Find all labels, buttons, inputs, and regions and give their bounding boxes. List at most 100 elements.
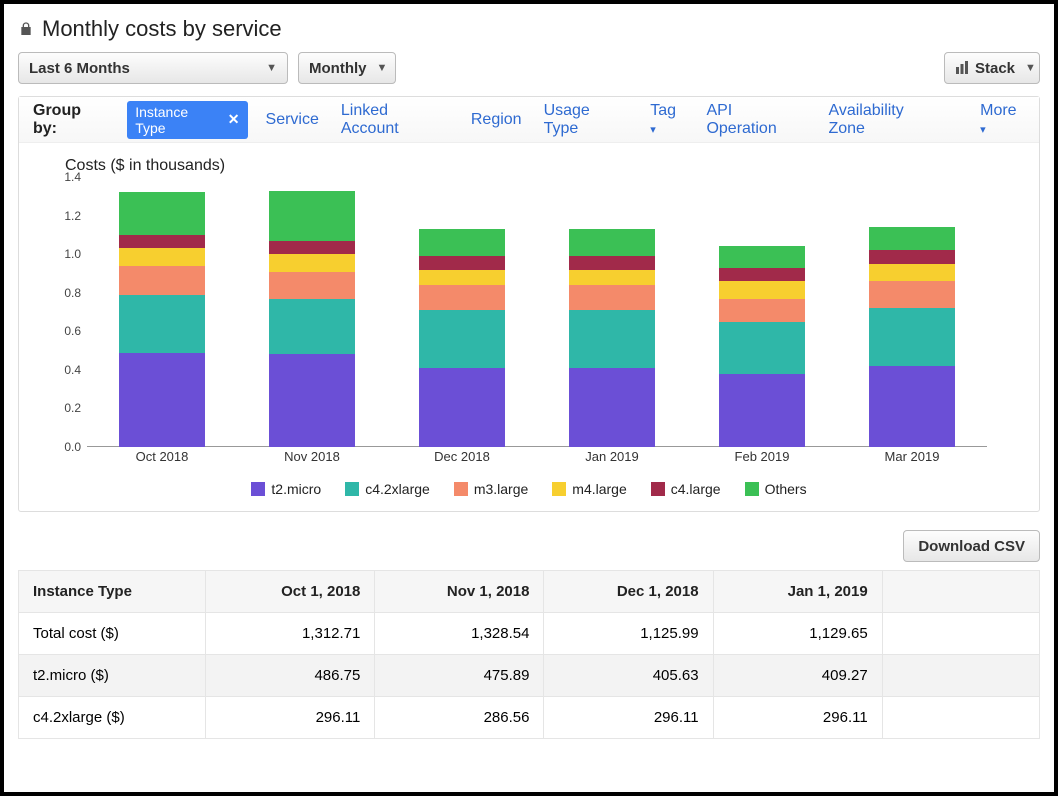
- legend-swatch: [251, 482, 265, 496]
- segment-t2-micro: [719, 374, 805, 447]
- cell-spacer: [882, 613, 1039, 655]
- chevron-down-icon: ▼: [377, 62, 388, 74]
- cell-value: 1,328.54: [375, 613, 544, 655]
- bar-mar-2019[interactable]: [869, 227, 955, 447]
- cell-value: 1,129.65: [713, 613, 882, 655]
- group-by-link-api-operation[interactable]: API Operation: [706, 102, 806, 138]
- chip-text: Instance Type: [135, 104, 222, 136]
- segment-others: [719, 246, 805, 267]
- group-by-links: Service Linked Account Region Usage Type Tag…: [266, 102, 945, 138]
- download-csv-button[interactable]: Download CSV: [903, 530, 1040, 562]
- segment-c4-2xlarge: [269, 299, 355, 355]
- group-by-link-tag[interactable]: Tag: [650, 102, 684, 138]
- legend-item-t2-micro[interactable]: t2.micro: [251, 481, 321, 497]
- segment-c4-large: [869, 250, 955, 264]
- chevron-down-icon: ▼: [266, 62, 277, 74]
- segment-m3-large: [569, 285, 655, 310]
- group-by-chip[interactable]: Instance Type ✕: [127, 101, 247, 139]
- group-by-link-service[interactable]: Service: [266, 111, 319, 129]
- segment-c4-2xlarge: [869, 308, 955, 366]
- legend-item-m3-large[interactable]: m3.large: [454, 481, 528, 497]
- col-header: Dec 1, 2018: [544, 571, 713, 613]
- toolbar: Last 6 Months ▼ Monthly ▼ Stack ▼: [18, 52, 1040, 84]
- stack-label: Stack: [975, 60, 1015, 77]
- y-tick: 0.8: [49, 286, 81, 300]
- legend-label: c4.large: [671, 481, 721, 497]
- legend-item-others[interactable]: Others: [745, 481, 807, 497]
- table-row: t2.micro ($)486.75475.89405.63409.27: [19, 655, 1040, 697]
- row-label: Total cost ($): [19, 613, 206, 655]
- segment-m4-large: [569, 270, 655, 285]
- segment-m4-large: [869, 264, 955, 281]
- cell-value: 486.75: [206, 655, 375, 697]
- y-tick: 1.4: [49, 170, 81, 184]
- chart-legend: t2.micro c4.2xlarge m3.large m4.large c4.lar…: [43, 481, 1015, 501]
- chart-wrap: Costs ($ in thousands) 0.00.20.40.60.81.…: [19, 143, 1039, 511]
- segment-others: [269, 191, 355, 241]
- bar-dec-2018[interactable]: [419, 229, 505, 447]
- cell-value: 409.27: [713, 655, 882, 697]
- stack-dropdown[interactable]: Stack ▼: [944, 52, 1040, 84]
- segment-others: [119, 192, 205, 234]
- segment-c4-2xlarge: [719, 322, 805, 374]
- col-header: Oct 1, 2018: [206, 571, 375, 613]
- cell-value: 296.11: [544, 697, 713, 739]
- segment-t2-micro: [419, 368, 505, 447]
- segment-c4-2xlarge: [119, 295, 205, 353]
- bar-chart-icon: [955, 61, 969, 75]
- group-by-link-usage-type[interactable]: Usage Type: [544, 102, 629, 138]
- legend-label: m4.large: [572, 481, 626, 497]
- group-by-link-region[interactable]: Region: [471, 111, 522, 129]
- segment-m3-large: [869, 281, 955, 308]
- segment-t2-micro: [119, 353, 205, 448]
- segment-others: [419, 229, 505, 256]
- legend-swatch: [552, 482, 566, 496]
- legend-label: m3.large: [474, 481, 528, 497]
- group-by-link-availability-zone[interactable]: Availability Zone: [828, 102, 944, 138]
- table-actions: Download CSV: [18, 530, 1040, 562]
- group-by-link-linked-account[interactable]: Linked Account: [341, 102, 449, 138]
- x-label: Oct 2018: [136, 449, 189, 464]
- lock-icon: [18, 21, 34, 37]
- legend-swatch: [345, 482, 359, 496]
- y-tick: 0.4: [49, 363, 81, 377]
- legend-item-c4-2xlarge[interactable]: c4.2xlarge: [345, 481, 430, 497]
- legend-swatch: [651, 482, 665, 496]
- segment-c4-large: [269, 241, 355, 255]
- bar-jan-2019[interactable]: [569, 229, 655, 447]
- y-axis-title: Costs ($ in thousands): [65, 157, 1015, 175]
- legend-label: Others: [765, 481, 807, 497]
- legend-item-m4-large[interactable]: m4.large: [552, 481, 626, 497]
- segment-m4-large: [119, 248, 205, 265]
- x-label: Dec 2018: [434, 449, 490, 464]
- y-tick: 0.0: [49, 440, 81, 454]
- table-row: c4.2xlarge ($)296.11286.56296.11296.11: [19, 697, 1040, 739]
- chart-panel: Group by: Instance Type ✕ ServiceLinked …: [18, 96, 1040, 512]
- more-dropdown[interactable]: More: [980, 102, 1025, 138]
- granularity-dropdown[interactable]: Monthly ▼: [298, 52, 396, 84]
- title-row: Monthly costs by service: [18, 16, 1040, 42]
- bar-oct-2018[interactable]: [119, 192, 205, 447]
- legend-swatch: [745, 482, 759, 496]
- cell-spacer: [882, 697, 1039, 739]
- segment-c4-large: [419, 256, 505, 270]
- stacked-bar-chart: 0.00.20.40.60.81.01.21.4Oct 2018Nov 2018…: [49, 177, 1009, 467]
- segment-t2-micro: [269, 354, 355, 447]
- time-range-dropdown[interactable]: Last 6 Months ▼: [18, 52, 288, 84]
- col-spacer: [882, 571, 1039, 613]
- row-label: t2.micro ($): [19, 655, 206, 697]
- cell-value: 405.63: [544, 655, 713, 697]
- legend-item-c4-large[interactable]: c4.large: [651, 481, 721, 497]
- bar-nov-2018[interactable]: [269, 191, 355, 447]
- segment-c4-large: [569, 256, 655, 270]
- time-range-label: Last 6 Months: [29, 60, 130, 77]
- cell-value: 1,312.71: [206, 613, 375, 655]
- cost-table: Instance TypeOct 1, 2018Nov 1, 2018Dec 1…: [18, 570, 1040, 739]
- page-title: Monthly costs by service: [42, 16, 282, 42]
- y-tick: 0.2: [49, 401, 81, 415]
- bar-feb-2019[interactable]: [719, 246, 805, 447]
- legend-label: c4.2xlarge: [365, 481, 430, 497]
- close-icon[interactable]: ✕: [228, 111, 240, 128]
- cell-value: 1,125.99: [544, 613, 713, 655]
- chevron-down-icon: ▼: [1025, 62, 1036, 74]
